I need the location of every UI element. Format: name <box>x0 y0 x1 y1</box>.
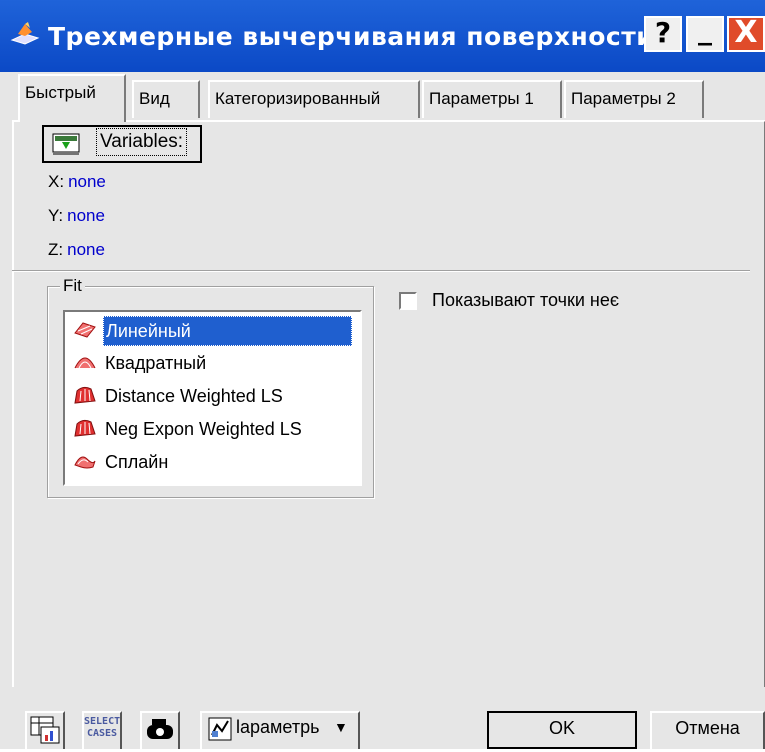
fit-item-negexp[interactable]: Neg Expon Weighted LS <box>69 415 352 443</box>
close-button[interactable]: X <box>727 16 765 52</box>
x-value: none <box>68 172 106 191</box>
tab-params1[interactable]: Параметры 1 <box>422 80 562 118</box>
minimize-button[interactable]: _ <box>686 16 724 52</box>
fit-item-quadratic[interactable]: Квадратный <box>69 349 352 377</box>
chart-table-icon <box>30 716 60 744</box>
fit-item-dwls[interactable]: Distance Weighted LS <box>69 382 352 410</box>
y-value: none <box>67 206 105 225</box>
fit-item-label: Сплайн <box>105 452 169 472</box>
z-value: none <box>67 240 105 259</box>
tab-quick[interactable]: Быстрый <box>18 74 126 122</box>
select-cases-line2: CASES <box>86 728 118 739</box>
tab-categorized[interactable]: Категоризированный <box>208 80 420 118</box>
variables-icon <box>52 133 80 155</box>
surface-plot-icon <box>10 22 40 45</box>
chevron-down-icon: ▼ <box>334 719 348 735</box>
cancel-label: Отмена <box>675 718 740 738</box>
cancel-button[interactable]: Отмена <box>650 711 765 749</box>
help-button[interactable]: ? <box>644 16 682 52</box>
y-variable: Y: none <box>48 206 105 226</box>
tab-strip: Быстрый Вид Категоризированный Параметры… <box>18 74 758 122</box>
ok-label: OK <box>548 718 575 738</box>
tab-params2[interactable]: Параметры 2 <box>564 80 704 118</box>
tab-view[interactable]: Вид <box>132 80 200 118</box>
window-title: Трехмерные вычерчивания поверхности <box>48 22 655 51</box>
select-cases-line1: SELECT <box>84 716 121 727</box>
z-label: Z: <box>48 240 64 259</box>
fit-item-label: Квадратный <box>105 353 207 373</box>
chart-options-button[interactable] <box>25 711 65 749</box>
fit-item-label: Distance Weighted LS <box>105 386 283 406</box>
spline-fit-icon <box>74 456 96 469</box>
separator <box>12 270 750 272</box>
weight-icon <box>147 719 173 739</box>
select-cases-text: SELECT CASES <box>84 713 120 740</box>
z-variable: Z: none <box>48 240 105 260</box>
negexp-fit-icon <box>74 419 96 437</box>
params-chart-icon <box>208 717 232 741</box>
params-label: lapaметрь <box>236 717 320 737</box>
linear-fit-icon <box>74 322 96 338</box>
show-points-checkbox[interactable] <box>399 292 417 310</box>
dwls-fit-icon <box>74 386 96 404</box>
variables-label: Variables: <box>96 128 188 156</box>
fit-item-linear[interactable]: Линейный <box>69 316 352 346</box>
variables-button[interactable]: Variables: <box>42 125 202 163</box>
params-dropdown-button[interactable]: lapaметрь ▼ <box>200 711 360 749</box>
fit-listbox[interactable]: Линейный Квадратный Distance Weighted LS… <box>63 310 362 486</box>
y-label: Y: <box>48 206 64 225</box>
quadratic-fit-icon <box>74 357 96 369</box>
x-label: X: <box>48 172 65 191</box>
bottom-toolbar: SELECT CASES lapaметрь ▼ OK Отмена <box>0 703 765 749</box>
ok-button[interactable]: OK <box>487 711 637 749</box>
select-cases-button[interactable]: SELECT CASES <box>82 711 122 749</box>
weight-button[interactable] <box>140 711 180 749</box>
fit-item-spline[interactable]: Сплайн <box>69 448 352 476</box>
x-variable: X: none <box>48 172 106 192</box>
dialog-window: Трехмерные вычерчивания поверхности ? _ … <box>0 0 765 749</box>
fit-legend: Fit <box>60 276 85 296</box>
fit-item-label: Линейный <box>103 316 352 346</box>
title-bar[interactable]: Трехмерные вычерчивания поверхности ? _ … <box>0 0 765 72</box>
show-points-label: Показывают точки неє <box>432 290 620 310</box>
fit-item-label: Neg Expon Weighted LS <box>105 419 302 439</box>
